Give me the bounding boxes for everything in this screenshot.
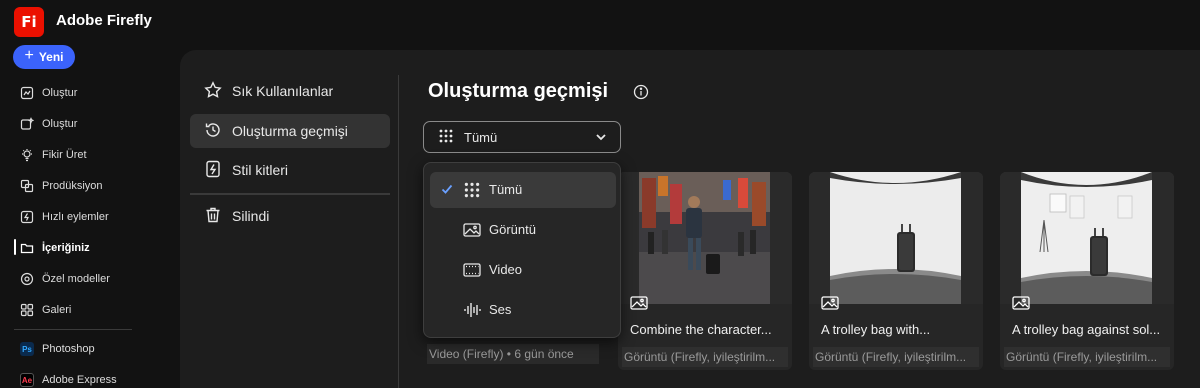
nav-item-gallery[interactable]: Galeri (20, 300, 71, 320)
custom-models-icon (20, 272, 34, 286)
nav-item-quick-actions[interactable]: Hızlı eylemler (20, 207, 109, 227)
filter-option-video[interactable]: Video (430, 252, 616, 288)
nav-item-label: Fikir Üret (42, 149, 87, 161)
nav-item-create[interactable]: Oluştur (20, 83, 77, 103)
gallery-icon (20, 303, 34, 317)
nav-item-production[interactable]: Prodüksiyon (20, 176, 103, 196)
new-button-label: Yeni (38, 50, 64, 64)
image-icon (821, 296, 839, 310)
trash-icon (204, 206, 222, 227)
vertical-divider (398, 75, 399, 388)
production-icon (20, 179, 34, 193)
firefly-logo[interactable]: Fi (14, 7, 44, 37)
image-icon (1012, 296, 1030, 310)
star-icon (204, 80, 222, 102)
video-icon (463, 261, 481, 279)
nav-item-label: Galeri (42, 304, 72, 316)
filter-selected-label: Tümü (464, 129, 498, 145)
nav-item-generate[interactable]: Oluştur (20, 114, 77, 134)
info-icon[interactable] (633, 84, 649, 100)
grid-icon (438, 128, 454, 147)
photoshop-icon: Ps (20, 342, 34, 356)
active-indicator (14, 239, 16, 255)
subnav-divider (190, 193, 390, 195)
subnav-label: Sık Kullanılanlar (232, 83, 334, 99)
checkmark-icon (440, 182, 454, 199)
top-bar: Fi Adobe Firefly (0, 0, 1200, 44)
filter-option-audio[interactable]: Ses (430, 292, 616, 328)
generate-icon (20, 117, 34, 131)
filter-option-all[interactable]: Tümü (430, 172, 616, 208)
grid-icon (463, 181, 481, 199)
card-thumbnail (618, 172, 792, 304)
filter-option-label: Video (489, 262, 523, 277)
new-button[interactable]: + Yeni (13, 45, 75, 69)
subnav-label: Silindi (232, 208, 270, 224)
chevron-down-icon (594, 130, 608, 147)
image-icon (463, 221, 481, 239)
nav-item-label: İçeriğiniz (42, 242, 90, 254)
folder-icon (20, 241, 34, 255)
nav-divider (14, 329, 132, 330)
create-icon (20, 86, 34, 100)
history-card[interactable]: A trolley bag with... Görüntü (Firefly, … (809, 172, 983, 370)
card-thumbnail (809, 172, 983, 304)
nav-item-custom-models[interactable]: Özel modeller (20, 269, 110, 289)
filter-dropdown[interactable]: Tümü (423, 121, 621, 153)
nav-item-label: Oluştur (42, 87, 78, 99)
history-card[interactable]: A trolley bag against sol... Görüntü (Fi… (1000, 172, 1174, 370)
nav-item-label: Hızlı eylemler (42, 211, 109, 223)
subnav-favorites[interactable]: Sık Kullanılanlar (190, 74, 390, 108)
nav-item-ideate[interactable]: Fikir Üret (20, 145, 87, 165)
filter-option-label: Ses (489, 302, 512, 317)
quick-actions-icon (20, 210, 34, 224)
card-meta: Görüntü (Firefly, iyileştirilm... (622, 347, 788, 367)
subnav-history[interactable]: Oluşturma geçmişi (190, 114, 390, 148)
subnav-label: Stil kitleri (232, 162, 289, 178)
nav-item-label: Prodüksiyon (42, 180, 103, 192)
adobe-express-icon: Ae (20, 373, 34, 387)
app-title: Adobe Firefly (56, 12, 152, 29)
card-caption: Combine the character... (630, 322, 772, 337)
nav-item-photoshop[interactable]: Ps Photoshop (20, 339, 95, 359)
subnav-deleted[interactable]: Silindi (190, 199, 390, 233)
card-meta: Görüntü (Firefly, iyileştirilm... (1004, 347, 1170, 367)
card-meta: Görüntü (Firefly, iyileştirilm... (813, 347, 979, 367)
card-meta: Video (Firefly) • 6 gün önce (427, 344, 599, 364)
ideate-icon (20, 148, 34, 162)
plus-icon: + (24, 47, 34, 64)
filter-menu: Tümü Görüntü Video Ses (423, 162, 621, 338)
filter-option-label: Tümü (489, 182, 523, 197)
card-caption: A trolley bag against sol... (1012, 322, 1161, 337)
card-caption: A trolley bag with... (821, 322, 931, 337)
filter-option-image[interactable]: Görüntü (430, 212, 616, 248)
page-title: Oluşturma geçmişi (428, 80, 609, 102)
nav-item-your-content[interactable]: İçeriğiniz (20, 238, 90, 258)
history-icon (204, 121, 222, 142)
nav-item-label: Photoshop (42, 343, 95, 355)
nav-item-label: Adobe Express (42, 374, 117, 386)
history-card[interactable]: Combine the character... Görüntü (Firefl… (618, 172, 792, 370)
filter-option-label: Görüntü (489, 222, 536, 237)
nav-item-label: Özel modeller (42, 273, 110, 285)
subnav-style-kits[interactable]: Stil kitleri (190, 153, 390, 187)
audio-icon (463, 301, 481, 319)
subnav-label: Oluşturma geçmişi (232, 123, 348, 139)
nav-item-label: Oluştur (42, 118, 78, 130)
style-kit-icon (204, 160, 222, 181)
nav-item-adobe-express[interactable]: Ae Adobe Express (20, 370, 117, 388)
card-thumbnail (1000, 172, 1174, 304)
image-icon (630, 296, 648, 310)
